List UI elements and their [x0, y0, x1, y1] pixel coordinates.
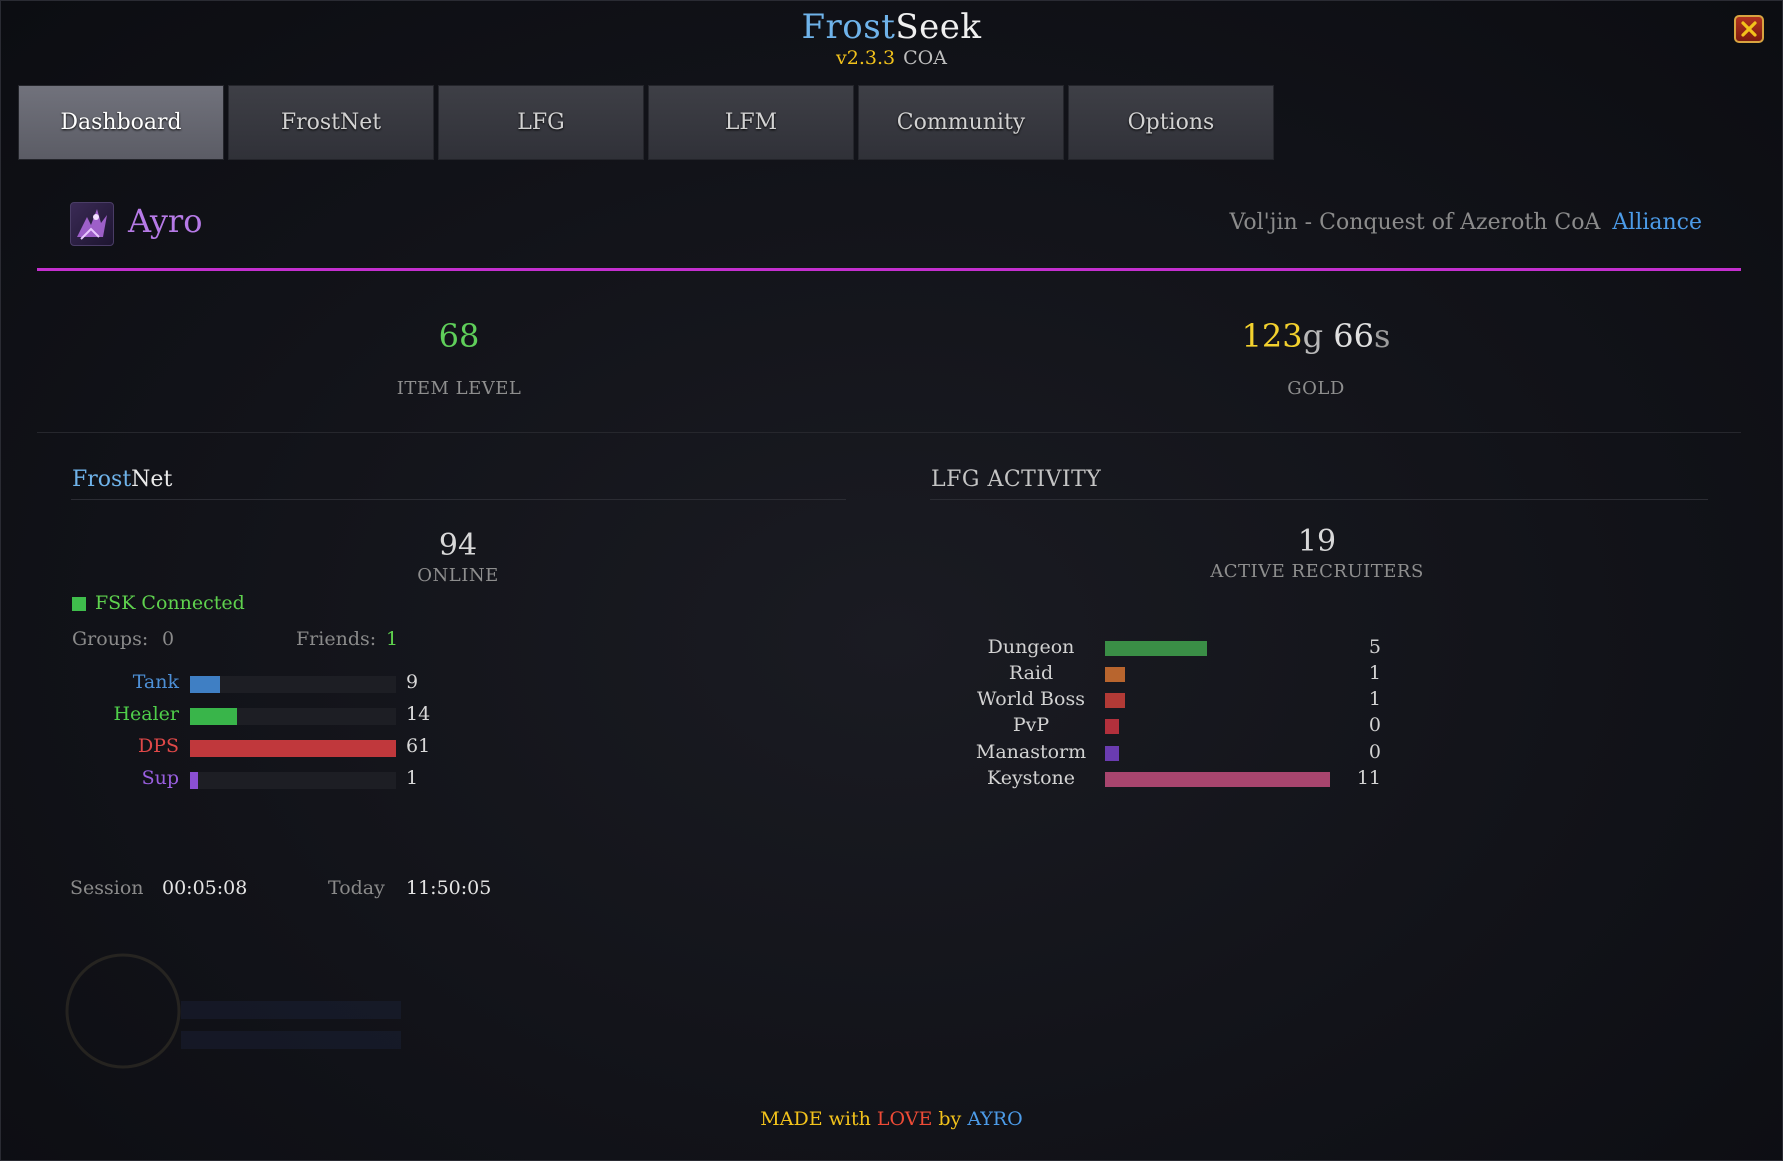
- activity-name: Manastorm: [975, 741, 1087, 763]
- frostseek-window: FrostSeek v2.3.3 COA Dashboard FrostNet L…: [0, 0, 1783, 1161]
- lfg-activity-title: LFG ACTIVITY: [931, 467, 1102, 492]
- activity-name: World Boss: [977, 688, 1085, 710]
- activity-name: PvP: [1012, 714, 1050, 736]
- activity-bar: [1105, 719, 1119, 734]
- today-time: 11:50:05: [406, 877, 492, 899]
- activity-bar: [1105, 693, 1125, 708]
- activity-value: 11: [1356, 767, 1381, 789]
- gold-amount: 123: [1241, 317, 1303, 355]
- activity-value: 0: [1368, 741, 1381, 763]
- activity-name: Dungeon: [987, 636, 1075, 658]
- tab-frostnet[interactable]: FrostNet: [228, 85, 434, 160]
- role-bar: [190, 740, 396, 757]
- class-icon: [70, 202, 114, 246]
- role-value: 61: [406, 735, 431, 757]
- groups-count: 0: [162, 628, 175, 650]
- item-level-value: 68: [438, 317, 480, 355]
- activity-bar: [1105, 772, 1330, 787]
- role-name: Healer: [113, 703, 179, 725]
- role-bar: [190, 772, 198, 789]
- gold-label: GOLD: [1287, 378, 1345, 399]
- online-count: 94: [438, 528, 478, 563]
- section-divider: [37, 432, 1741, 433]
- silver-unit: s: [1374, 317, 1391, 355]
- role-value: 1: [406, 767, 419, 789]
- silver-amount: 66: [1333, 317, 1375, 355]
- activity-name: Raid: [1008, 662, 1054, 684]
- character-name: Ayro: [128, 202, 203, 240]
- role-bar: [190, 676, 220, 693]
- activity-name: Keystone: [987, 767, 1075, 789]
- frostnet-section-title: FrostNet: [72, 467, 172, 492]
- title-seek: Seek: [895, 7, 982, 47]
- activity-bar: [1105, 641, 1207, 656]
- tab-bar: Dashboard FrostNet LFG LFM Community Opt…: [18, 85, 1274, 160]
- role-name: Tank: [132, 671, 179, 693]
- role-value: 9: [406, 671, 419, 693]
- online-label: ONLINE: [417, 565, 499, 586]
- groups-label: Groups:: [72, 628, 149, 650]
- footer-credit: MADE with LOVE by AYRO: [1, 1108, 1782, 1130]
- footer-made: MADE with: [760, 1108, 871, 1130]
- role-bar: [190, 708, 237, 725]
- version-label: v2.3.3: [836, 47, 896, 69]
- role-value: 14: [406, 703, 431, 725]
- today-label: Today: [328, 877, 385, 899]
- item-level-label: ITEM LEVEL: [396, 378, 522, 399]
- active-recruiters-label: ACTIVE RECRUITERS: [1210, 561, 1424, 582]
- activity-value: 0: [1368, 714, 1381, 736]
- session-label: Session: [70, 877, 144, 899]
- friends-label: Friends:: [296, 628, 377, 650]
- realm-info: Vol'jin - Conquest of Azeroth CoA Allianc…: [1229, 210, 1702, 235]
- role-bar-track: [190, 708, 396, 725]
- faction-label: Alliance: [1612, 210, 1702, 235]
- close-button[interactable]: [1734, 15, 1764, 43]
- role-name: Sup: [141, 767, 179, 789]
- activity-bar: [1105, 746, 1119, 761]
- friends-count: 1: [386, 628, 399, 650]
- realm-name: Vol'jin - Conquest of Azeroth CoA: [1229, 210, 1601, 235]
- tab-options[interactable]: Options: [1068, 85, 1274, 160]
- role-name: DPS: [137, 735, 179, 757]
- tab-community[interactable]: Community: [858, 85, 1064, 160]
- window-title: FrostSeek: [1, 7, 1782, 47]
- role-bar-track: [190, 740, 396, 757]
- title-frost: Frost: [801, 7, 896, 47]
- gold-value: 123g 66s: [1101, 317, 1531, 355]
- role-bar-track: [190, 772, 396, 789]
- realm-tag: COA: [903, 47, 947, 69]
- tab-lfg[interactable]: LFG: [438, 85, 644, 160]
- footer-love: LOVE: [876, 1108, 933, 1130]
- connection-status-indicator: [72, 597, 86, 611]
- tab-lfm[interactable]: LFM: [648, 85, 854, 160]
- connection-status-text: FSK Connected: [95, 592, 245, 614]
- window-subtitle: v2.3.3 COA: [1, 47, 1782, 69]
- class-divider: [37, 268, 1741, 271]
- activity-value: 1: [1368, 662, 1381, 684]
- tab-dashboard[interactable]: Dashboard: [18, 85, 224, 160]
- frostnet-rule: [71, 499, 846, 500]
- footer-by: by: [938, 1108, 962, 1130]
- session-time: 00:05:08: [162, 877, 248, 899]
- activity-value: 1: [1368, 688, 1381, 710]
- role-bar-track: [190, 676, 396, 693]
- gold-unit: g: [1302, 317, 1324, 355]
- activity-value: 5: [1368, 636, 1381, 658]
- lfg-activity-rule: [930, 499, 1708, 500]
- active-recruiters-count: 19: [1297, 524, 1337, 559]
- footer-author: AYRO: [967, 1108, 1023, 1130]
- frostnet-title-frost: Frost: [72, 467, 132, 492]
- close-icon: [1741, 21, 1757, 37]
- activity-bar: [1105, 667, 1125, 682]
- frostnet-title-net: Net: [131, 467, 173, 492]
